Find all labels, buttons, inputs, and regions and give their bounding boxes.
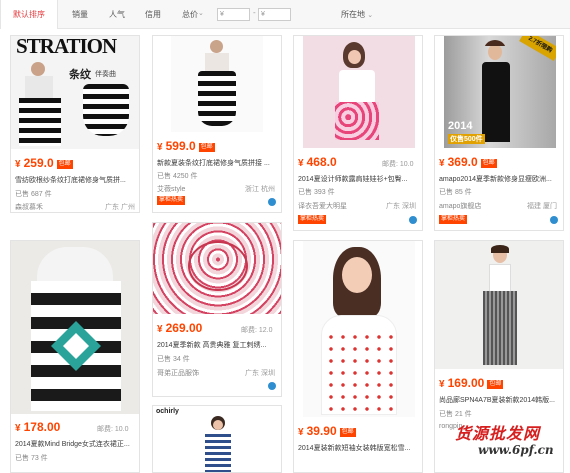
postage-fee: 邮费: 12.0 xyxy=(241,327,273,334)
product-title[interactable]: 尚品廊SPN4A7B夏装新款2014韩版... xyxy=(439,395,561,405)
wangwang-icon[interactable] xyxy=(268,198,276,206)
image-headline: STRATION xyxy=(16,36,117,58)
product-title[interactable]: 雪纺欧根纱条纹打底裙修身气质拼... xyxy=(15,175,137,185)
product-card[interactable]: ¥ 178.00 邮费: 10.0 2014夏款Mind Bridge女式连衣裙… xyxy=(10,240,140,473)
shop-location: 广东 广州 xyxy=(105,204,135,211)
shop-name[interactable]: 哥弟正品服饰 xyxy=(157,368,199,378)
product-card[interactable]: ¥ 468.0 邮费: 10.0 2014夏设计师款露肩娃娃衫+包臀... 已售… xyxy=(293,35,423,231)
wangwang-icon[interactable] xyxy=(550,216,558,224)
product-price: ¥ 369.0 包邮 xyxy=(439,155,497,169)
product-image[interactable] xyxy=(171,36,263,132)
shop-name[interactable]: 艾薇style xyxy=(157,184,185,194)
postage-fee: 邮费: 10.0 xyxy=(97,426,129,433)
hot-seller-badge: 掌柜热卖 xyxy=(157,196,186,205)
product-image[interactable] xyxy=(153,223,281,314)
free-shipping-badge: 包邮 xyxy=(487,380,504,389)
product-card[interactable]: ¥ 599.0 包邮 新款夏装条纹打底裙修身气质拼接 ... 已售 4250 件 … xyxy=(152,35,282,213)
product-price: ¥ 599.0 包邮 xyxy=(157,139,215,153)
shop-location: 广东 深圳 xyxy=(245,370,275,377)
product-image[interactable] xyxy=(435,241,563,369)
product-card[interactable]: ochirly xyxy=(152,405,282,473)
sold-count: 已售 34 件 xyxy=(157,356,190,363)
product-image[interactable] xyxy=(193,416,243,472)
price-range-dash: - xyxy=(253,8,256,17)
sort-credit-tab[interactable]: 信用 xyxy=(138,0,168,29)
sort-default-tab[interactable]: 默认排序 xyxy=(0,0,58,29)
product-image[interactable]: STRATION 条纹 伴奏曲 xyxy=(11,36,139,149)
location-label: 所在地 xyxy=(341,10,365,19)
product-card[interactable]: 2.7折限购 2014 仅售500件 ¥ 369.0 包邮 amapo2014夏季… xyxy=(434,35,564,231)
free-shipping-badge: 包邮 xyxy=(56,160,73,169)
sold-count: 已售 73 件 xyxy=(15,455,48,462)
chevron-down-icon[interactable]: ⌄ xyxy=(198,9,204,17)
sold-count: 已售 687 件 xyxy=(15,191,52,198)
sold-count: 已售 85 件 xyxy=(439,189,472,196)
location-filter[interactable]: 所在地 ⌄ xyxy=(341,0,373,29)
shop-location: 广东 深圳 xyxy=(386,203,416,210)
free-shipping-badge: 包邮 xyxy=(198,143,215,152)
product-card[interactable]: ¥ 269.00 邮费: 12.0 2014夏季新款 高贵典雅 复工刺绣... … xyxy=(152,222,282,397)
free-shipping-badge: 包邮 xyxy=(339,428,356,437)
product-price: ¥ 39.90 包邮 xyxy=(298,424,356,438)
product-price: ¥ 259.0 包邮 xyxy=(15,156,73,170)
wangwang-icon[interactable] xyxy=(268,382,276,390)
brand-logo: ochirly xyxy=(156,408,179,415)
sort-popularity-tab[interactable]: 人气 xyxy=(102,0,132,29)
sort-bar: 默认排序 销量 人气 信用 总价 ⌄ ¥ - ¥ 所在地 ⌄ xyxy=(0,0,570,29)
product-image[interactable] xyxy=(303,36,415,148)
hot-seller-badge: 掌柜热卖 xyxy=(439,215,468,224)
product-card[interactable]: STRATION 条纹 伴奏曲 ¥ 259.0 包邮 雪纺欧根纱条纹打底裙修身气质… xyxy=(10,35,140,213)
product-title[interactable]: 新款夏装条纹打底裙修身气质拼接 ... xyxy=(157,158,279,168)
product-title[interactable]: 2014夏季新款 高贵典雅 复工刺绣... xyxy=(157,340,279,350)
product-title[interactable]: 2014夏装新款短袖女装韩版宽松雪... xyxy=(298,443,420,453)
price-min-input[interactable]: ¥ xyxy=(217,8,250,21)
product-price: ¥ 468.0 xyxy=(298,155,337,169)
product-price: ¥ 169.00 包邮 xyxy=(439,376,504,390)
product-image[interactable] xyxy=(303,241,415,417)
image-stamp-year: 2014 xyxy=(448,120,473,132)
sold-count: 已售 21 件 xyxy=(439,411,472,418)
chevron-down-icon: ⌄ xyxy=(367,12,374,19)
price-max-input[interactable]: ¥ xyxy=(258,8,291,21)
product-title[interactable]: 2014夏款Mind Bridge女式连衣裙正... xyxy=(15,439,137,449)
product-card[interactable]: ¥ 39.90 包邮 2014夏装新款短袖女装韩版宽松雪... xyxy=(293,240,423,473)
shop-location: 福建 厦门 xyxy=(527,203,557,210)
hot-seller-badge: 掌柜热卖 xyxy=(298,215,327,224)
free-shipping-badge: 包邮 xyxy=(480,159,497,168)
image-subtext: 条纹 xyxy=(69,69,91,81)
sold-count: 已售 393 件 xyxy=(298,189,335,196)
sort-sales-tab[interactable]: 销量 xyxy=(64,0,96,29)
product-price: ¥ 269.00 xyxy=(157,321,203,335)
product-title[interactable]: 2014夏设计师款露肩娃娃衫+包臀... xyxy=(298,174,420,184)
product-title[interactable]: amapo2014夏季新款修身显瘦欧洲... xyxy=(439,174,561,184)
sold-count: 已售 4250 件 xyxy=(157,173,198,180)
product-image[interactable] xyxy=(11,241,139,414)
product-price: ¥ 178.00 xyxy=(15,420,61,434)
wangwang-icon[interactable] xyxy=(409,216,417,224)
watermark-url: www.6pf.cn xyxy=(478,443,554,457)
image-stamp-limit: 仅售500件 xyxy=(448,134,485,144)
image-subtext2: 伴奏曲 xyxy=(95,71,116,78)
shop-name[interactable]: 译衣吾爱大明星 xyxy=(298,201,347,211)
shop-name[interactable]: amapo旗舰店 xyxy=(439,201,481,211)
shop-location: 浙江 杭州 xyxy=(245,186,275,193)
shop-name[interactable]: 森叔慕禾 xyxy=(15,202,43,212)
product-image[interactable]: 2.7折限购 2014 仅售500件 xyxy=(444,36,556,148)
postage-fee: 邮费: 10.0 xyxy=(382,161,414,168)
watermark-logo: 货源批发网 xyxy=(455,424,541,443)
